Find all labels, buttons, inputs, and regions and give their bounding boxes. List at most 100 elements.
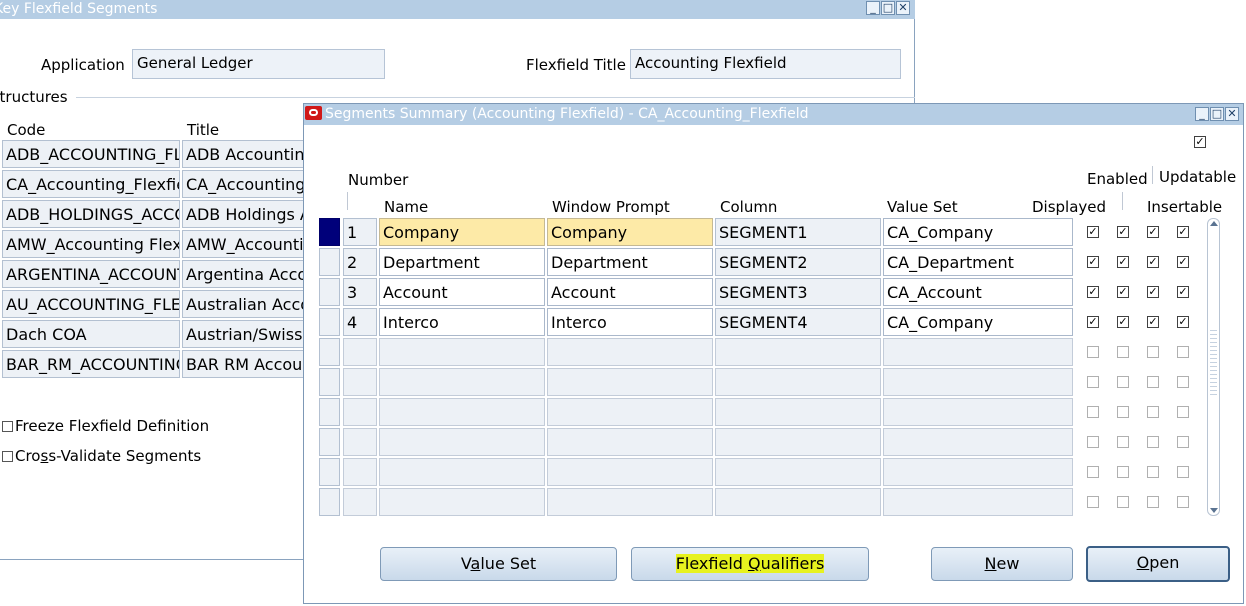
segment-value-set-cell[interactable]: CA_Account (883, 278, 1073, 306)
segment-prompt-cell[interactable]: Company (547, 218, 713, 246)
segment-value-set-cell[interactable] (883, 458, 1073, 486)
segment-value-set-cell[interactable]: CA_Company (883, 218, 1073, 246)
segment-name-cell[interactable] (379, 368, 545, 396)
segment-value-set-cell[interactable] (883, 428, 1073, 456)
structure-title-cell[interactable]: CA_Accounting_ (182, 170, 304, 198)
insertable-checkbox[interactable] (1177, 376, 1189, 388)
segment-name-cell[interactable] (379, 428, 545, 456)
segment-name-cell[interactable] (379, 488, 545, 516)
displayed-checkbox[interactable]: ✓ (1087, 286, 1099, 298)
segment-column-cell[interactable]: SEGMENT1 (715, 218, 881, 246)
row-indicator[interactable] (319, 338, 340, 366)
cross-validate-checkbox[interactable] (2, 451, 13, 462)
displayed-checkbox[interactable] (1087, 376, 1099, 388)
segment-name-cell[interactable] (379, 458, 545, 486)
minimize-icon[interactable]: _ (866, 1, 880, 15)
segment-value-set-cell[interactable] (883, 488, 1073, 516)
header-checkbox[interactable]: ✓ (1194, 136, 1206, 148)
enabled-checkbox[interactable] (1117, 436, 1129, 448)
segment-column-cell[interactable]: SEGMENT3 (715, 278, 881, 306)
scroll-down-icon[interactable] (1210, 508, 1218, 513)
segment-value-set-cell[interactable]: CA_Department (883, 248, 1073, 276)
row-indicator[interactable] (319, 308, 340, 336)
displayed-checkbox[interactable]: ✓ (1087, 226, 1099, 238)
updatable-checkbox[interactable] (1147, 406, 1159, 418)
updatable-checkbox[interactable]: ✓ (1147, 226, 1159, 238)
segment-number-cell[interactable]: 2 (343, 248, 377, 276)
segment-prompt-cell[interactable]: Department (547, 248, 713, 276)
segment-number-cell[interactable] (343, 428, 377, 456)
enabled-checkbox[interactable]: ✓ (1117, 286, 1129, 298)
structure-code-cell[interactable]: ADB_HOLDINGS_ACCO (2, 200, 180, 228)
structure-title-cell[interactable]: Austrian/Swiss C (182, 320, 304, 348)
enabled-checkbox[interactable]: ✓ (1117, 226, 1129, 238)
segment-prompt-cell[interactable] (547, 368, 713, 396)
segment-number-cell[interactable] (343, 338, 377, 366)
insertable-checkbox[interactable] (1177, 466, 1189, 478)
segment-name-cell[interactable]: Interco (379, 308, 545, 336)
segment-prompt-cell[interactable] (547, 488, 713, 516)
enabled-checkbox[interactable] (1117, 496, 1129, 508)
segment-prompt-cell[interactable] (547, 458, 713, 486)
minimize-icon[interactable]: _ (1195, 107, 1209, 121)
segment-name-cell[interactable]: Company (379, 218, 545, 246)
segment-prompt-cell[interactable]: Account (547, 278, 713, 306)
structure-title-cell[interactable]: Argentina Accou (182, 260, 304, 288)
segment-name-cell[interactable]: Department (379, 248, 545, 276)
enabled-checkbox[interactable] (1117, 466, 1129, 478)
segment-name-cell[interactable]: Account (379, 278, 545, 306)
structure-code-cell[interactable]: ARGENTINA_ACCOUNT (2, 260, 180, 288)
displayed-checkbox[interactable] (1087, 346, 1099, 358)
segment-value-set-cell[interactable] (883, 368, 1073, 396)
back-window-titlebar[interactable]: Key Flexfield Segments _ □ ✕ (0, 0, 915, 19)
updatable-checkbox[interactable] (1147, 466, 1159, 478)
structure-code-cell[interactable]: Dach COA (2, 320, 180, 348)
row-indicator[interactable] (319, 248, 340, 276)
structure-title-cell[interactable]: ADB Accounting (182, 140, 304, 168)
segment-column-cell[interactable] (715, 458, 881, 486)
enabled-checkbox[interactable]: ✓ (1117, 316, 1129, 328)
row-indicator[interactable] (319, 218, 340, 246)
insertable-checkbox[interactable]: ✓ (1177, 286, 1189, 298)
segment-number-cell[interactable] (343, 458, 377, 486)
enabled-checkbox[interactable]: ✓ (1117, 256, 1129, 268)
maximize-icon[interactable]: □ (881, 1, 895, 15)
freeze-definition-checkbox[interactable] (2, 421, 13, 432)
segment-value-set-cell[interactable]: CA_Company (883, 308, 1073, 336)
displayed-checkbox[interactable] (1087, 406, 1099, 418)
displayed-checkbox[interactable] (1087, 436, 1099, 448)
structure-code-cell[interactable]: ADB_ACCOUNTING_FL (2, 140, 180, 168)
updatable-checkbox[interactable] (1147, 436, 1159, 448)
structure-code-cell[interactable]: CA_Accounting_Flexfiel (2, 170, 180, 198)
displayed-checkbox[interactable]: ✓ (1087, 316, 1099, 328)
segment-value-set-cell[interactable] (883, 338, 1073, 366)
segment-column-cell[interactable] (715, 368, 881, 396)
value-set-button[interactable]: Value Set (380, 547, 617, 581)
insertable-checkbox[interactable]: ✓ (1177, 316, 1189, 328)
row-indicator[interactable] (319, 458, 340, 486)
segment-value-set-cell[interactable] (883, 398, 1073, 426)
row-indicator[interactable] (319, 278, 340, 306)
segment-prompt-cell[interactable] (547, 338, 713, 366)
cross-validate-option[interactable]: Cross-Validate Segments (2, 447, 201, 465)
segment-column-cell[interactable]: SEGMENT2 (715, 248, 881, 276)
insertable-checkbox[interactable] (1177, 346, 1189, 358)
new-button[interactable]: New (931, 547, 1073, 581)
enabled-checkbox[interactable] (1117, 346, 1129, 358)
segment-column-cell[interactable] (715, 428, 881, 456)
segment-column-cell[interactable] (715, 338, 881, 366)
segment-column-cell[interactable]: SEGMENT4 (715, 308, 881, 336)
row-indicator[interactable] (319, 368, 340, 396)
freeze-definition-option[interactable]: Freeze Flexfield Definition (2, 417, 209, 435)
insertable-checkbox[interactable]: ✓ (1177, 256, 1189, 268)
updatable-checkbox[interactable] (1147, 346, 1159, 358)
segment-number-cell[interactable]: 4 (343, 308, 377, 336)
row-indicator[interactable] (319, 398, 340, 426)
close-icon[interactable]: ✕ (1225, 107, 1239, 121)
vertical-scrollbar[interactable] (1207, 218, 1220, 516)
displayed-checkbox[interactable] (1087, 466, 1099, 478)
scroll-thumb[interactable] (1210, 327, 1217, 397)
displayed-checkbox[interactable] (1087, 496, 1099, 508)
application-field[interactable]: General Ledger (132, 49, 385, 79)
insertable-checkbox[interactable]: ✓ (1177, 226, 1189, 238)
